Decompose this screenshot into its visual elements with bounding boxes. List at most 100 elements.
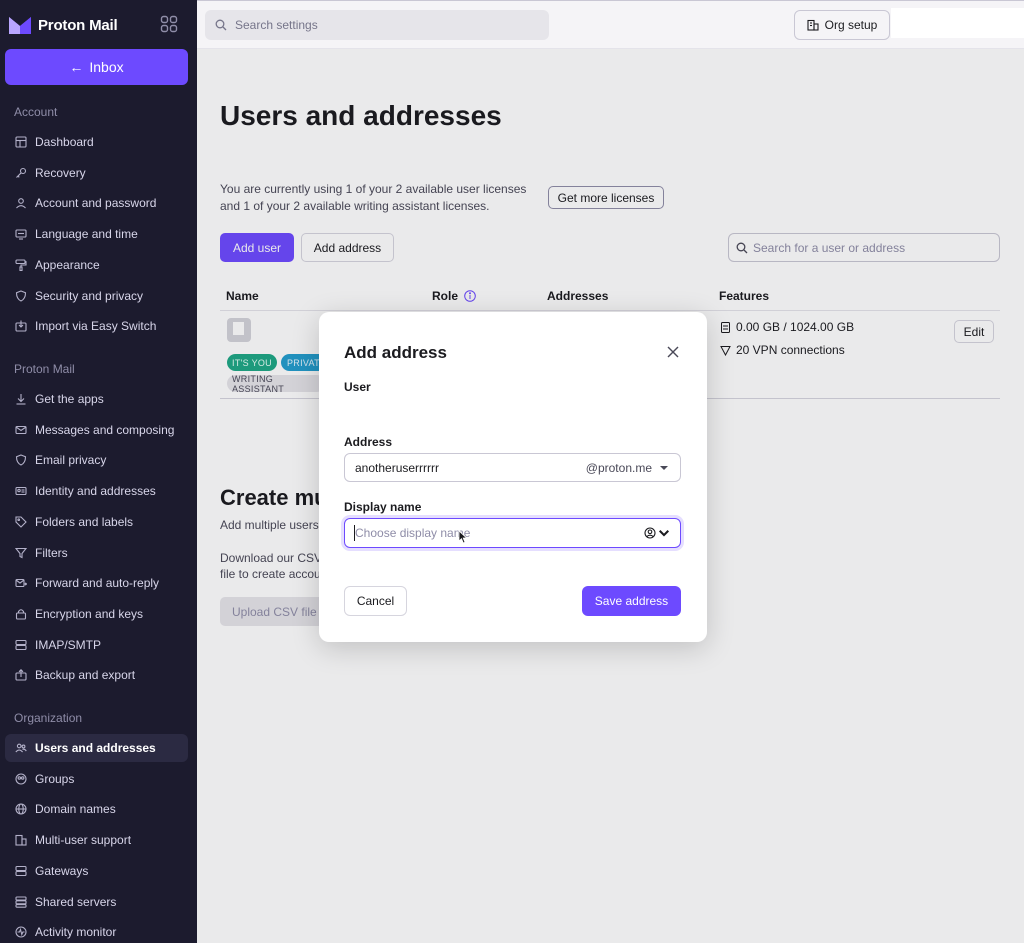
top-bar: Search settings Org setup (197, 0, 1024, 49)
sidebar-item-domain-names[interactable]: Domain names (5, 795, 188, 823)
sidebar-item-backup-and-export[interactable]: Backup and export (5, 661, 188, 689)
paint-roller-icon (15, 259, 27, 271)
display-name-input[interactable] (355, 525, 635, 541)
sidebar-item-security-and-privacy[interactable]: Security and privacy (5, 282, 188, 310)
tag-icon (15, 516, 27, 528)
address-label: Address (344, 435, 393, 449)
settings-search-input[interactable]: Search settings (205, 10, 549, 40)
sidebar-item-label: Forward and auto-reply (35, 576, 160, 591)
servers-icon (15, 895, 27, 908)
address-field[interactable]: anotheruserrrrrr @proton.me (344, 453, 681, 482)
sidebar-item-import-via-easy-switch[interactable]: Import via Easy Switch (5, 312, 188, 340)
shield-icon (15, 454, 27, 466)
shield-icon (15, 289, 27, 302)
domain-value: @proton.me (585, 461, 652, 475)
buildings-icon (15, 834, 27, 846)
sidebar-item-label: Recovery (35, 165, 86, 180)
sidebar-item-get-the-apps[interactable]: Get the apps (5, 385, 188, 413)
sidebar-item-users-and-addresses[interactable]: Users and addresses (5, 734, 188, 762)
chevron-down-icon (658, 530, 670, 537)
inbox-label: Inbox (89, 59, 124, 75)
sidebar-item-label: Email privacy (35, 453, 107, 468)
sidebar-item-account-and-password[interactable]: Account and password (5, 189, 188, 217)
sidebar-item-label: Domain names (35, 802, 116, 817)
apps-grid-icon[interactable] (160, 15, 178, 33)
display-name-label: Display name (344, 500, 422, 514)
user-label: User (344, 380, 371, 394)
sidebar-item-label: Activity monitor (35, 925, 117, 940)
sidebar-item-label: Multi-user support (35, 833, 132, 848)
sidebar-item-recovery[interactable]: Recovery (5, 159, 188, 187)
dialog-title: Add address (344, 343, 447, 362)
sidebar-item-label: Dashboard (35, 135, 94, 149)
sidebar-item-label: Language and time (35, 227, 138, 242)
sidebar-item-messages-and-composing[interactable]: Messages and composing (5, 416, 188, 444)
sidebar-item-label: Shared servers (35, 894, 117, 909)
search-icon (215, 19, 227, 31)
sidebar-item-label: Identity and addresses (35, 484, 156, 499)
sidebar-item-label: Account and password (35, 196, 157, 211)
sidebar-item-label: Gateways (35, 863, 89, 878)
chevron-down-icon (660, 466, 668, 470)
import-icon (15, 320, 27, 332)
sidebar-item-forward-and-auto-reply[interactable]: Forward and auto-reply (5, 569, 188, 597)
activity-icon (15, 926, 27, 938)
sidebar-item-folders-and-labels[interactable]: Folders and labels (5, 508, 188, 536)
section-title-account: Account (14, 105, 58, 119)
arrow-left-icon: ← (69, 59, 84, 75)
sidebar-item-language-and-time[interactable]: Language and time (5, 220, 188, 248)
lock-icon (15, 608, 27, 620)
text-caret (354, 525, 355, 541)
sidebar-item-label: Security and privacy (35, 288, 144, 303)
forward-icon (15, 577, 27, 589)
proton-logo-icon (9, 17, 31, 34)
user-circle-icon (644, 527, 656, 539)
brand[interactable]: Proton Mail (8, 12, 118, 38)
address-value: anotheruserrrrrr (355, 460, 440, 475)
filter-icon (15, 547, 27, 559)
sidebar-item-label: Groups (35, 771, 75, 786)
sidebar-item-label: Appearance (35, 257, 100, 272)
sidebar-item-groups[interactable]: Groups (5, 765, 188, 793)
sidebar-item-dashboard[interactable]: Dashboard (5, 128, 188, 156)
save-address-button[interactable]: Save address (582, 586, 681, 616)
user-icon (15, 197, 27, 209)
sidebar-item-imap-smtp[interactable]: IMAP/SMTP (5, 631, 188, 659)
sidebar-item-label: Messages and composing (35, 422, 175, 437)
mouse-cursor-icon (458, 530, 468, 544)
sidebar: Proton Mail ← Inbox Account Dashboard Rec… (0, 0, 197, 943)
download-icon (15, 393, 27, 405)
server-icon (15, 639, 27, 651)
sidebar-item-gateways[interactable]: Gateways (5, 857, 188, 885)
building-icon (807, 19, 819, 31)
sidebar-item-label: Users and addresses (35, 741, 156, 755)
key-icon (15, 167, 27, 179)
domain-select[interactable]: @proton.me (586, 461, 668, 475)
sidebar-item-encryption-and-keys[interactable]: Encryption and keys (5, 600, 188, 628)
dashboard-icon (15, 136, 27, 148)
close-icon[interactable] (666, 345, 680, 359)
cancel-button[interactable]: Cancel (344, 586, 407, 616)
sidebar-item-identity-and-addresses[interactable]: Identity and addresses (5, 477, 188, 505)
sidebar-item-filters[interactable]: Filters (5, 539, 188, 567)
app-name: Proton Mail (38, 16, 118, 34)
sidebar-item-label: Backup and export (35, 668, 136, 683)
section-title-organization: Organization (14, 711, 83, 725)
add-address-dialog: Add address User Address anotheruserrrrr… (319, 312, 707, 642)
org-setup-label: Org setup (824, 18, 878, 32)
sidebar-item-multi-user-support[interactable]: Multi-user support (5, 826, 188, 854)
back-to-inbox-button[interactable]: ← Inbox (5, 49, 188, 85)
server-icon (15, 865, 27, 877)
export-icon (15, 669, 27, 681)
language-icon (15, 228, 27, 240)
org-setup-button[interactable]: Org setup (794, 10, 890, 40)
sidebar-item-label: Folders and labels (35, 514, 134, 529)
sidebar-item-shared-servers[interactable]: Shared servers (5, 888, 188, 916)
sidebar-item-appearance[interactable]: Appearance (5, 251, 188, 279)
settings-search-placeholder: Search settings (235, 18, 318, 32)
sidebar-item-activity-monitor[interactable]: Activity monitor (5, 918, 188, 943)
sidebar-item-email-privacy[interactable]: Email privacy (5, 446, 188, 474)
sidebar-item-label: Encryption and keys (35, 606, 144, 621)
display-name-field[interactable] (344, 518, 681, 548)
display-name-options[interactable] (644, 527, 670, 539)
